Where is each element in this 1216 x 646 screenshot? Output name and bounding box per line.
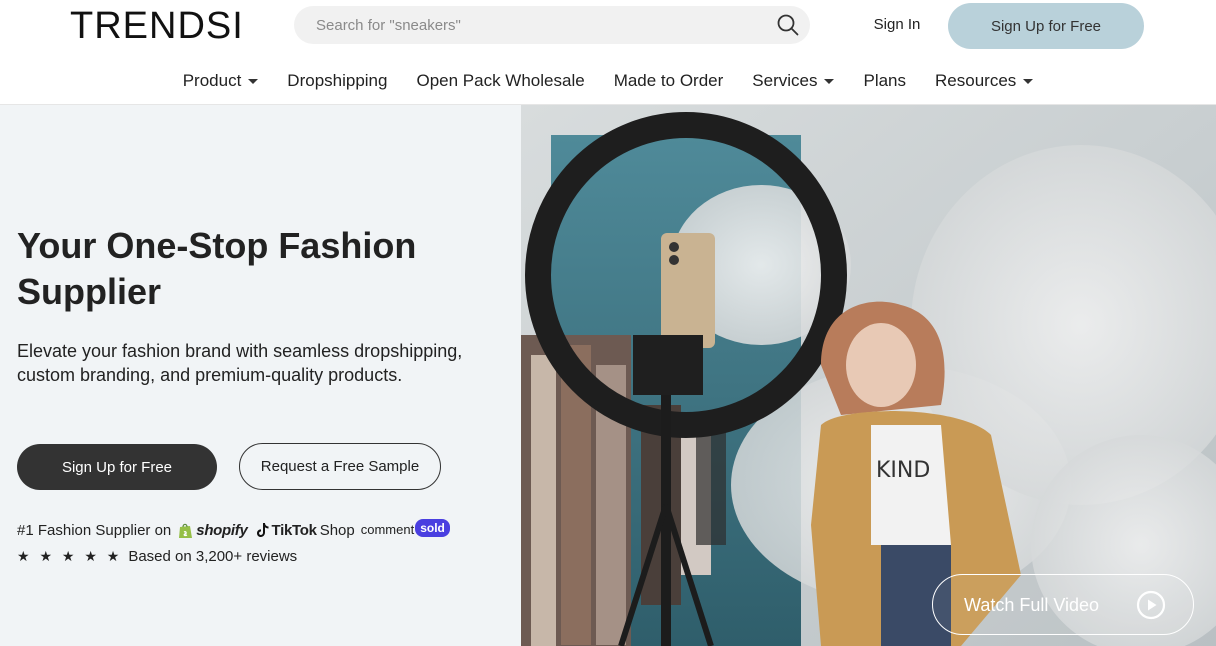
sign-up-header-button[interactable]: Sign Up for Free (948, 3, 1144, 49)
hero-text-panel: Your One-Stop Fashion Supplier Elevate y… (0, 105, 521, 646)
caret-down-icon (1023, 78, 1034, 84)
supplier-prefix: #1 Fashion Supplier on (17, 521, 172, 539)
nav-item-label: Product (182, 71, 242, 90)
caret-down-icon (824, 78, 835, 84)
tiktok-wordmark: TikTok (271, 521, 317, 539)
nav-item-made-to-order[interactable]: Made to Order (614, 68, 724, 94)
nav-item-label: Dropshipping (287, 71, 388, 90)
nav-item-dropshipping[interactable]: Dropshipping (287, 68, 387, 94)
trendsi-logo[interactable]: TRENDSI (70, 5, 244, 48)
hero-photo: KIND (521, 105, 1216, 646)
nav-item-resources[interactable]: Resources (935, 68, 1034, 94)
commentsold-logo: comment sold (360, 519, 450, 539)
shirt-text: KIND (876, 458, 930, 483)
nav-item-services[interactable]: Services (752, 68, 835, 94)
watch-video-label: Watch Full Video (964, 595, 1100, 615)
search-input[interactable] (294, 6, 764, 44)
nav-item-label: Plans (863, 71, 907, 90)
supplier-line: #1 Fashion Supplier on shopify TikTok Sh… (17, 519, 450, 539)
tiktok-shop-wordmark: Shop (319, 521, 355, 539)
main-nav: Product Dropshipping Open Pack Wholesale… (0, 68, 1216, 94)
nav-item-label: Made to Order (613, 71, 724, 90)
watch-video-button[interactable]: Watch Full Video (932, 574, 1194, 635)
rating-stars-icon: ★ ★ ★ ★ ★ (17, 548, 123, 564)
shopify-logo: shopify (178, 521, 248, 539)
reviews-count: Based on 3,200+ reviews (128, 548, 298, 565)
nav-item-label: Resources (935, 71, 1017, 90)
hero-subtitle: Elevate your fashion brand with seamless… (17, 341, 463, 385)
tiktok-shop-logo: TikTok Shop (256, 522, 355, 539)
nav-item-label: Open Pack Wholesale (416, 71, 585, 90)
tiktok-note-icon (256, 523, 269, 537)
search-icon[interactable] (776, 13, 800, 37)
nav-item-product[interactable]: Product (183, 68, 259, 94)
nav-item-label: Services (752, 71, 818, 90)
play-icon (1136, 590, 1166, 620)
hero-title: Your One-Stop Fashion Supplier (17, 225, 417, 312)
search-bar (294, 6, 810, 44)
sign-up-hero-button[interactable]: Sign Up for Free (17, 444, 217, 490)
nav-item-plans[interactable]: Plans (863, 68, 906, 94)
request-sample-button[interactable]: Request a Free Sample (239, 443, 441, 490)
caret-down-icon (248, 78, 259, 84)
sign-in-link[interactable]: Sign In (858, 16, 936, 33)
hero-image: KIND Watch Full Video (521, 105, 1216, 646)
shopify-wordmark: shopify (196, 521, 248, 539)
shopify-bag-icon (179, 523, 193, 538)
reviews-line: ★ ★ ★ ★ ★ Based on 3,200+ reviews (17, 548, 297, 565)
nav-item-open-pack-wholesale[interactable]: Open Pack Wholesale (416, 68, 584, 94)
commentsold-sold-badge: sold (415, 519, 450, 537)
commentsold-comment: comment (360, 522, 415, 537)
